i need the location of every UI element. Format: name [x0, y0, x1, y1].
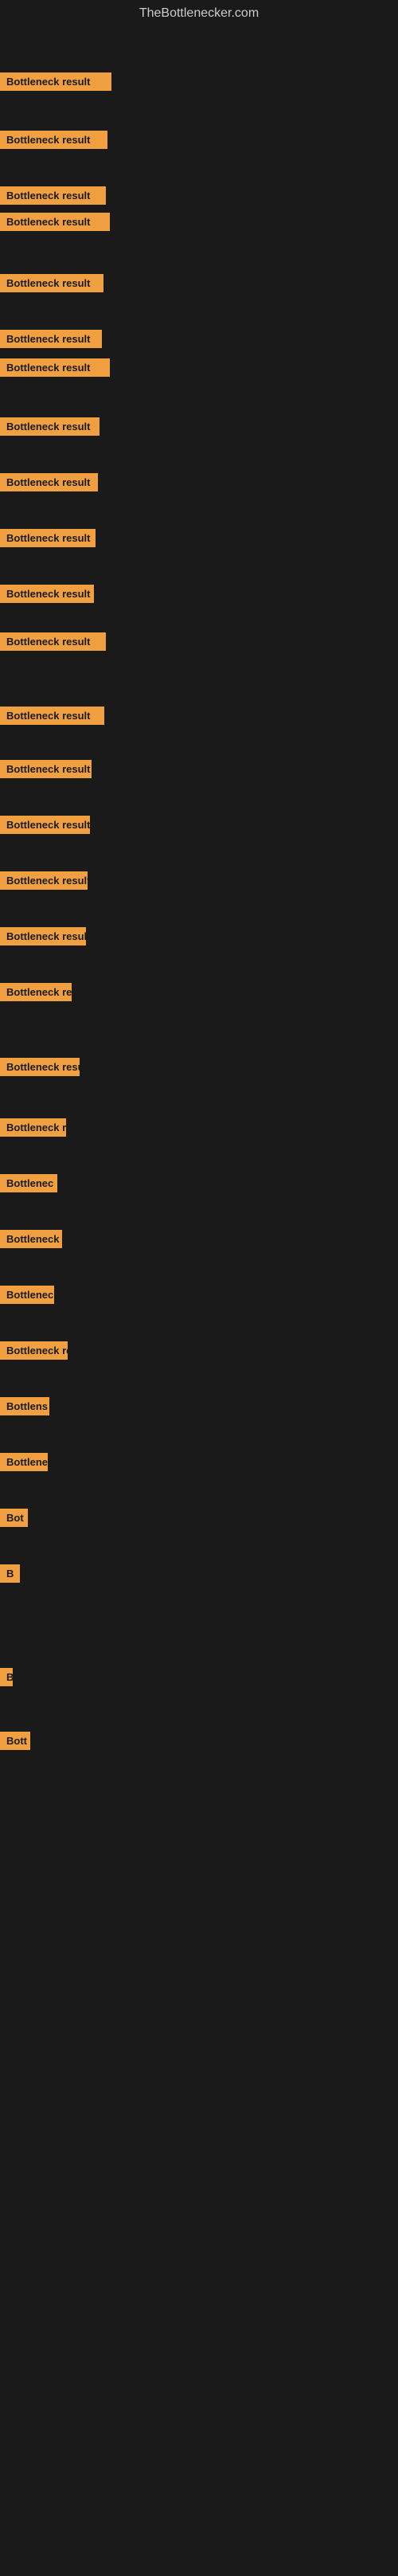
bottleneck-label: Bottleneck result — [0, 1058, 80, 1076]
bottleneck-item: B — [0, 1668, 13, 1690]
bottleneck-item: Bottleneck result — [0, 186, 106, 209]
bottleneck-label: Bottleneck — [0, 1286, 54, 1304]
bottleneck-label: Bottleneck res — [0, 1341, 68, 1360]
bottleneck-item: Bottleneck result — [0, 871, 88, 894]
bottleneck-item: Bottleneck — [0, 1286, 54, 1308]
bottleneck-label: Bottleneck r — [0, 1118, 66, 1137]
bottleneck-label: Bottleneck result — [0, 417, 100, 436]
bottleneck-label: Bottleneck result — [0, 330, 102, 348]
bottleneck-item: Bottleneck result — [0, 274, 103, 296]
bottleneck-item: Bottleneck r — [0, 1230, 62, 1252]
bottleneck-label: Bottleneck re — [0, 983, 72, 1001]
bottleneck-item: Bottleneck res — [0, 1341, 68, 1364]
bottleneck-label: Bottleneck result — [0, 72, 111, 91]
bottleneck-label: Bot — [0, 1509, 28, 1527]
bottleneck-item: Bot — [0, 1509, 28, 1531]
bottleneck-label: Bottleneck result — [0, 131, 107, 149]
bottleneck-label: Bott — [0, 1732, 30, 1750]
bottleneck-item: Bottleneck result — [0, 213, 110, 235]
bottleneck-item: Bottleneck re — [0, 983, 72, 1005]
bottleneck-item: Bottlens — [0, 1397, 49, 1419]
bottleneck-item: Bottleneck result — [0, 131, 107, 153]
bottleneck-label: Bottleneck result — [0, 473, 98, 491]
bottleneck-label: Bottleneck result — [0, 274, 103, 292]
bottleneck-item: Bottleneck result — [0, 417, 100, 440]
bottleneck-item: Bott — [0, 1732, 30, 1754]
bottleneck-label: Bottleneck result — [0, 358, 110, 377]
bottleneck-label: Bottleneck result — [0, 186, 106, 205]
bottleneck-item: Bottleneck — [0, 1453, 48, 1475]
bottleneck-item: Bottleneck result — [0, 585, 94, 607]
bottleneck-item: Bottleneck result — [0, 927, 86, 949]
bottleneck-label: Bottleneck result — [0, 707, 104, 725]
bottleneck-label: Bottleneck result — [0, 871, 88, 890]
bottleneck-label: Bottlens — [0, 1397, 49, 1415]
bottleneck-item: Bottleneck result — [0, 1058, 80, 1080]
bottleneck-label: Bottleneck result — [0, 760, 92, 778]
bottleneck-label: Bottleneck result — [0, 927, 86, 945]
bottleneck-item: B — [0, 1564, 20, 1587]
bottleneck-label: Bottlenec — [0, 1174, 57, 1192]
bottleneck-label: B — [0, 1668, 13, 1686]
bottleneck-label: Bottleneck result — [0, 529, 96, 547]
bottleneck-item: Bottleneck result — [0, 330, 102, 352]
bottleneck-item: Bottleneck result — [0, 473, 98, 495]
bottleneck-label: Bottleneck result — [0, 585, 94, 603]
bottleneck-label: B — [0, 1564, 20, 1583]
bottleneck-label: Bottleneck — [0, 1453, 48, 1471]
bottleneck-item: Bottleneck result — [0, 816, 90, 838]
bottleneck-label: Bottleneck result — [0, 816, 90, 834]
bottleneck-label: Bottleneck result — [0, 213, 110, 231]
bottleneck-item: Bottleneck result — [0, 760, 92, 782]
bottleneck-item: Bottleneck result — [0, 632, 106, 655]
bottleneck-item: Bottleneck result — [0, 72, 111, 95]
bottleneck-label: Bottleneck r — [0, 1230, 62, 1248]
bottleneck-item: Bottleneck result — [0, 529, 96, 551]
bottleneck-label: Bottleneck result — [0, 632, 106, 651]
bottleneck-item: Bottleneck r — [0, 1118, 66, 1141]
bottleneck-item: Bottleneck result — [0, 707, 104, 729]
bottleneck-item: Bottlenec — [0, 1174, 57, 1196]
bottleneck-item: Bottleneck result — [0, 358, 110, 381]
site-title: TheBottlenecker.com — [0, 0, 398, 27]
